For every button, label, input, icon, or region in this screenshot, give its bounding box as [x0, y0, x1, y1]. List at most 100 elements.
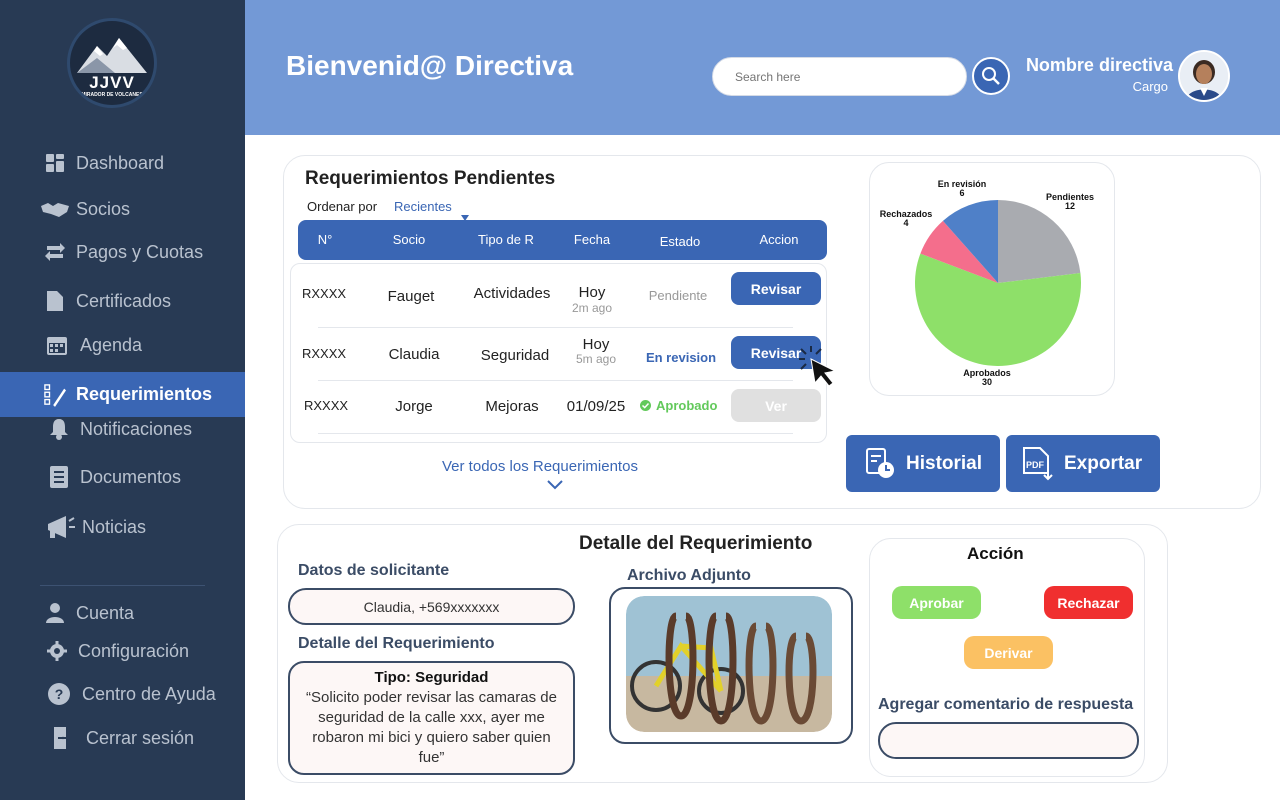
logout-icon	[50, 727, 72, 749]
row-id: RXXXX	[303, 398, 349, 413]
row-socio: Jorge	[395, 398, 433, 415]
sidebar: JJVV MIRADOR DE VOLCANES Dashboard Socio…	[0, 0, 245, 800]
exportar-button[interactable]: PDF Exportar	[1006, 435, 1160, 492]
sidebar-item-noticias[interactable]: Noticias	[0, 507, 245, 547]
sidebar-item-label: Noticias	[82, 516, 147, 537]
row-divider	[318, 380, 793, 381]
sidebar-item-documentos[interactable]: Documentos	[0, 457, 245, 497]
solicitante-field: Claudia, +569xxxxxxx	[288, 588, 575, 625]
table-header: N° Socio Tipo de R Fecha Estado Accion	[298, 220, 827, 260]
column-header: N°	[317, 232, 333, 247]
user-name: Nombre directiva	[1025, 55, 1173, 75]
sidebar-item-configuracion[interactable]: Configuración	[0, 631, 245, 671]
row-fecha: Hoy	[582, 336, 610, 353]
sidebar-item-pagos[interactable]: Pagos y Cuotas	[0, 232, 245, 272]
svg-text:?: ?	[55, 686, 64, 702]
pie-value: 30	[982, 377, 992, 387]
pie-value: 4	[903, 218, 908, 228]
exportar-label: Exportar	[1064, 452, 1143, 474]
row-fecha: Hoy	[578, 284, 606, 301]
column-header: Tipo de R	[478, 232, 534, 247]
rechazar-button[interactable]: Rechazar	[1044, 586, 1133, 619]
sidebar-item-label: Agenda	[80, 334, 143, 355]
aprobar-label: Aprobar	[909, 594, 964, 611]
status-badge: Pendiente	[648, 288, 708, 303]
sort-label: Ordenar por	[307, 199, 378, 214]
sidebar-item-ayuda[interactable]: ? Centro de Ayuda	[0, 674, 245, 714]
dashboard-icon	[44, 152, 66, 174]
detalle-text: “Solicito poder revisar las camaras de s…	[306, 689, 557, 766]
megaphone-icon	[46, 516, 76, 538]
ver-button[interactable]: Ver	[731, 389, 821, 422]
sort-value: Recientes	[394, 199, 452, 214]
gear-icon	[46, 640, 68, 662]
comentario-input[interactable]	[878, 722, 1139, 759]
search-button[interactable]	[972, 57, 1010, 95]
user-photo-icon	[1180, 52, 1228, 100]
row-id: RXXXX	[301, 286, 347, 301]
check-circle-icon	[640, 400, 651, 411]
row-fecha-sub: 5m ago	[575, 352, 617, 366]
handshake-icon	[40, 198, 70, 220]
calendar-icon	[46, 334, 68, 356]
see-all-link[interactable]: Ver todos los Requerimientos	[442, 458, 638, 475]
historial-button[interactable]: Historial	[846, 435, 1000, 492]
cursor-pointer-icon	[799, 346, 837, 387]
attachment-image-icon[interactable]	[626, 596, 832, 732]
column-header: Accion	[759, 232, 799, 247]
sidebar-item-label: Centro de Ayuda	[82, 683, 216, 704]
adjunto-label: Archivo Adjunto	[627, 567, 751, 584]
row-tipo: Mejoras	[485, 398, 539, 415]
bell-icon	[48, 418, 70, 440]
detail-title: Detalle del Requerimiento	[579, 533, 813, 554]
rechazar-label: Rechazar	[1057, 594, 1120, 611]
pending-title: Requerimientos Pendientes	[305, 168, 556, 189]
sidebar-item-certificados[interactable]: Certificados	[0, 281, 245, 321]
derivar-label: Derivar	[984, 644, 1033, 661]
sidebar-item-dashboard[interactable]: Dashboard	[0, 143, 245, 183]
sidebar-item-label: Dashboard	[76, 152, 165, 173]
column-header: Fecha	[573, 232, 611, 247]
checklist-pen-icon	[44, 383, 66, 407]
row-divider	[318, 433, 793, 434]
row-socio: Fauget	[387, 288, 435, 305]
sidebar-item-agenda[interactable]: Agenda	[0, 325, 245, 365]
status-pie-chart: Pendientes12Aprobados30Rechazados4En rev…	[880, 179, 1094, 387]
solicitante-value: Claudia, +569xxxxxxx	[363, 598, 500, 615]
row-id: RXXXX	[301, 346, 347, 361]
aprobar-button[interactable]: Aprobar	[892, 586, 981, 619]
sidebar-item-label: Notificaciones	[80, 418, 193, 439]
pie-value: 6	[959, 188, 964, 198]
status-badge: En revision	[645, 350, 717, 365]
detalle-label: Detalle del Requerimiento	[298, 635, 495, 652]
solicitante-label: Datos de solicitante	[298, 562, 450, 579]
revisar-button[interactable]: Revisar	[731, 272, 821, 305]
sidebar-item-label: Cerrar sesión	[86, 727, 195, 748]
logo: JJVV MIRADOR DE VOLCANES	[67, 18, 157, 108]
page-title: Bienvenid@ Directiva	[286, 50, 574, 81]
user-icon	[44, 602, 66, 624]
sidebar-item-cuenta[interactable]: Cuenta	[0, 593, 245, 633]
sidebar-item-label: Requerimientos	[76, 384, 213, 404]
sidebar-item-notificaciones[interactable]: Notificaciones	[0, 409, 245, 449]
accion-title: Acción	[967, 544, 1024, 563]
pie-value: 12	[1065, 201, 1075, 211]
chevron-down-icon[interactable]	[547, 480, 563, 490]
search-input[interactable]	[712, 57, 967, 96]
sidebar-item-socios[interactable]: Socios	[0, 189, 245, 229]
derivar-button[interactable]: Derivar	[964, 636, 1053, 669]
detalle-box: Tipo: Seguridad “Solicito poder revisar …	[288, 661, 575, 775]
comentario-label: Agregar comentario de respuesta	[878, 696, 1134, 713]
sidebar-item-cerrar-sesion[interactable]: Cerrar sesión	[0, 718, 245, 758]
sort-select[interactable]: Recientes	[394, 199, 469, 221]
row-tipo: Seguridad	[480, 347, 550, 364]
sidebar-item-label: Cuenta	[76, 602, 135, 623]
sidebar-item-label: Configuración	[78, 640, 190, 661]
sidebar-item-label: Documentos	[80, 466, 182, 487]
logo-text: JJVV	[89, 73, 135, 92]
help-icon: ?	[48, 683, 70, 705]
avatar[interactable]	[1178, 50, 1230, 102]
sidebar-item-label: Socios	[76, 198, 131, 219]
row-tipo: Actividades	[473, 285, 551, 302]
document-icon	[48, 466, 70, 488]
